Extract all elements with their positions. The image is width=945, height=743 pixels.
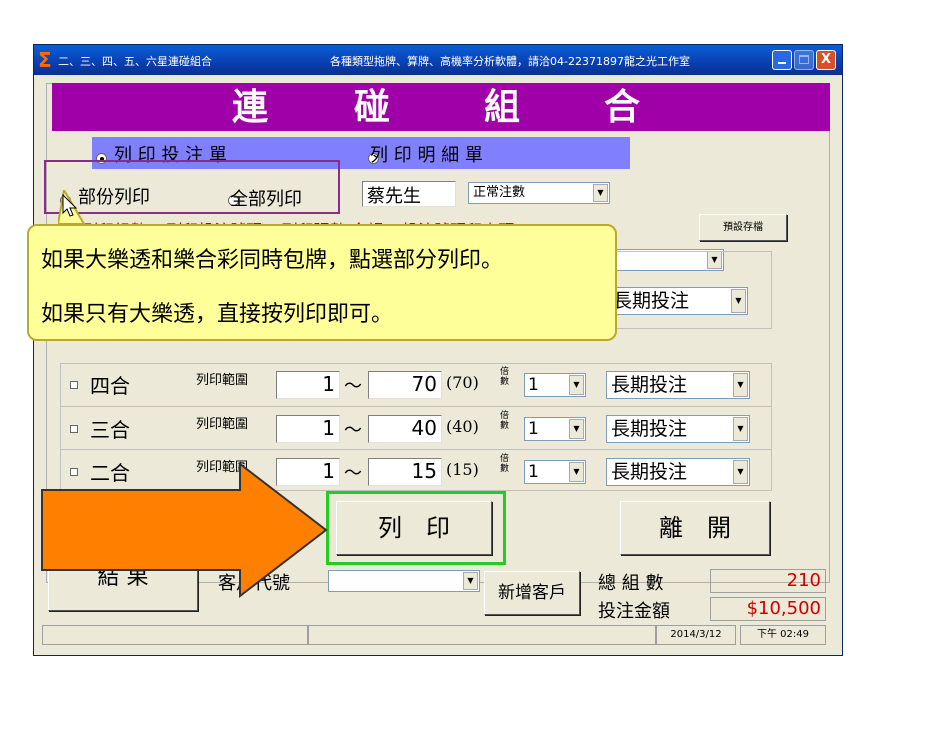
callout-line-2: 如果只有大樂透，直接按列印即可。	[41, 302, 394, 327]
two-tilde: ～	[344, 463, 362, 484]
three-total: (40)	[446, 417, 479, 436]
two-total: (15)	[446, 460, 479, 479]
three-from-input[interactable]: 1	[276, 415, 340, 443]
banner-char-4: 合	[604, 86, 641, 128]
top-long-term-value: 長期投注	[613, 290, 690, 312]
customer-name-field[interactable]: 蔡先生	[362, 181, 456, 207]
save-default-button[interactable]: 預設存檔	[699, 214, 787, 241]
chevron-down-icon: ▼	[569, 375, 584, 395]
four-mult-select[interactable]: 1 ▼	[524, 373, 586, 397]
total-groups-label: 總 組 數	[598, 573, 664, 594]
three-label: 三合	[90, 418, 130, 442]
chevron-down-icon: ▼	[733, 373, 748, 397]
two-mode-value: 長期投注	[611, 461, 688, 483]
top-long-term-select[interactable]: 長期投注 ▼	[608, 287, 748, 315]
chevron-down-icon: ▼	[463, 572, 478, 590]
four-checkbox[interactable]	[70, 381, 78, 389]
bet-type-value: 正常注數	[473, 185, 526, 200]
chevron-down-icon: ▼	[569, 419, 584, 439]
banner-char-1: 連	[232, 86, 269, 128]
three-mode-select[interactable]: 長期投注 ▼	[606, 415, 750, 443]
two-to-input[interactable]: 15	[368, 458, 442, 486]
app-icon: Σ	[38, 48, 52, 72]
three-range-label: 列印範圍	[196, 417, 249, 432]
three-mode-value: 長期投注	[611, 418, 688, 440]
three-tilde: ～	[344, 420, 362, 441]
status-date: 2014/3/12	[656, 625, 736, 645]
two-mult-select[interactable]: 1 ▼	[524, 460, 586, 484]
chevron-down-icon: ▼	[569, 462, 584, 482]
partial-print-highlight	[44, 160, 340, 214]
bet-amount-value: $10,500	[710, 597, 826, 621]
four-to-input[interactable]: 70	[368, 371, 442, 399]
four-total: (70)	[446, 373, 479, 392]
three-mult-value: 1	[528, 419, 539, 439]
window-subtitle: 各種類型拖牌、算牌、高機率分析軟體，請洽04-22371897龍之光工作室	[330, 55, 690, 68]
new-customer-button[interactable]: 新增客戶	[484, 571, 580, 615]
two-mult-value: 1	[528, 462, 539, 482]
four-tilde: ～	[344, 376, 362, 397]
four-range-label: 列印範圍	[196, 373, 249, 388]
three-checkbox[interactable]	[70, 425, 78, 433]
chevron-down-icon: ▼	[733, 417, 748, 441]
status-time: 下午 02:49	[740, 625, 826, 645]
maximize-button[interactable]	[794, 50, 814, 70]
title-bar[interactable]: Σ 二、三、四、五、六星連碰組合 各種類型拖牌、算牌、高機率分析軟體，請洽04-…	[34, 45, 842, 75]
four-label: 四合	[90, 374, 130, 398]
bet-amount-label: 投注金額	[598, 601, 670, 622]
four-from-input[interactable]: 1	[276, 371, 340, 399]
title-banner: 連 碰 組 合	[52, 83, 830, 131]
close-button[interactable]: X	[816, 50, 836, 70]
callout-line-1: 如果大樂透和樂合彩同時包牌，點選部分列印。	[41, 248, 504, 273]
mouse-cursor-icon	[62, 194, 78, 217]
window-title: 二、三、四、五、六星連碰組合	[58, 55, 212, 68]
three-mult-label: 倍數	[500, 411, 510, 431]
chevron-down-icon: ▼	[731, 289, 746, 313]
row-four: 四合 列印範圍 1 ～ 70 (70) 倍數 1 ▼ 長期投注 ▼	[60, 363, 772, 406]
banner-char-2: 碰	[354, 86, 391, 128]
four-mode-select[interactable]: 長期投注 ▼	[606, 371, 750, 399]
minimize-button[interactable]	[772, 50, 792, 70]
banner-char-3: 組	[484, 86, 521, 128]
row-three: 三合 列印範圍 1 ～ 40 (40) 倍數 1 ▼ 長期投注 ▼	[60, 407, 772, 450]
print-button-highlight	[326, 491, 506, 565]
exit-button[interactable]: 離 開	[620, 501, 770, 555]
chevron-down-icon: ▼	[733, 460, 748, 484]
two-mode-select[interactable]: 長期投注 ▼	[606, 458, 750, 486]
instruction-callout: 如果大樂透和樂合彩同時包牌，點選部分列印。 如果只有大樂透，直接按列印即可。	[27, 224, 617, 341]
three-to-input[interactable]: 40	[368, 415, 442, 443]
two-mult-label: 倍數	[500, 454, 510, 474]
close-icon: X	[821, 52, 832, 67]
status-panel-2	[308, 625, 656, 645]
four-mult-label: 倍數	[500, 367, 510, 387]
three-mult-select[interactable]: 1 ▼	[524, 417, 586, 441]
chevron-down-icon: ▼	[593, 184, 608, 202]
print-detail-label[interactable]: 列 印 明 細 單	[370, 141, 483, 167]
four-mult-value: 1	[528, 375, 539, 395]
customer-code-select[interactable]: ▼	[328, 570, 480, 592]
orange-arrow-icon	[41, 462, 328, 599]
status-panel-1	[42, 625, 308, 645]
four-mode-value: 長期投注	[611, 374, 688, 396]
total-groups-value: 210	[710, 569, 826, 593]
bet-type-select[interactable]: 正常注數 ▼	[468, 182, 610, 204]
